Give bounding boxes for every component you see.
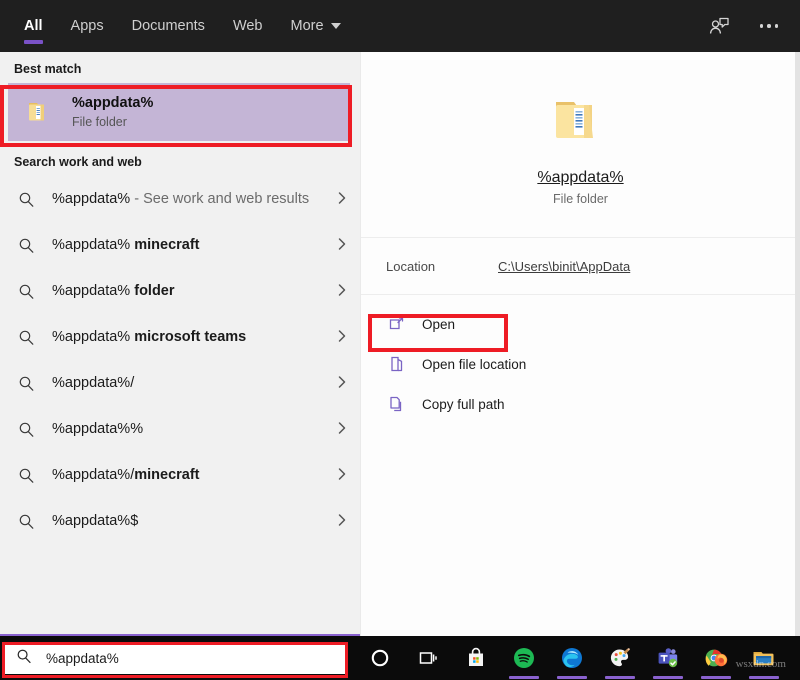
tab-apps-label: Apps (70, 18, 104, 34)
tab-more[interactable]: More (277, 0, 355, 52)
tab-more-label: More (290, 18, 324, 34)
search-suggestion-label: %appdata% folder (52, 283, 175, 299)
microsoft-store-icon[interactable] (452, 636, 500, 680)
search-body: Best match %appdata% File folder Search … (0, 52, 800, 636)
preview-header: %appdata% File folder (361, 52, 800, 237)
search-suggestion-row[interactable]: %appdata%/ (0, 360, 360, 406)
search-suggestions-list: %appdata% - See work and web results %app… (0, 176, 360, 544)
search-suggestion-label: %appdata% - See work and web results (52, 191, 310, 207)
search-icon (14, 421, 38, 438)
chevron-right-icon[interactable] (337, 283, 348, 300)
tab-documents[interactable]: Documents (118, 0, 219, 52)
chevron-right-icon[interactable] (337, 467, 348, 484)
best-match-row[interactable]: %appdata% File folder (8, 83, 350, 141)
action-copy-full-path-label: Copy full path (422, 396, 505, 412)
search-suggestion-row[interactable]: %appdata%/minecraft (0, 452, 360, 498)
search-work-web-heading: Search work and web (14, 155, 142, 169)
search-suggestion-row[interactable]: %appdata% microsoft teams (0, 314, 360, 360)
copy-icon (386, 395, 408, 413)
open-external-icon (386, 315, 408, 333)
search-icon (14, 237, 38, 254)
search-suggestion-row[interactable]: %appdata%% (0, 406, 360, 452)
microsoft-teams-icon[interactable] (644, 636, 692, 680)
filter-tabs: All Apps Documents Web More (0, 0, 355, 52)
results-panel: Best match %appdata% File folder Search … (0, 52, 360, 636)
chevron-right-icon[interactable] (337, 237, 348, 254)
action-open-label: Open (422, 316, 456, 332)
folder-icon (22, 95, 56, 129)
preview-title[interactable]: %appdata% (537, 169, 623, 187)
watermark: wsxdn.com (735, 658, 786, 670)
search-icon (14, 375, 38, 392)
preview-subtitle: File folder (553, 191, 608, 206)
chevron-down-icon (330, 23, 341, 29)
chevron-right-icon[interactable] (337, 513, 348, 530)
tab-all[interactable]: All (10, 0, 57, 52)
paint-3d-icon[interactable] (596, 636, 644, 680)
spotify-icon[interactable] (500, 636, 548, 680)
search-topbar: All Apps Documents Web More (0, 0, 800, 52)
best-match-text: %appdata% File folder (72, 94, 153, 131)
taskbar-apps (356, 636, 788, 680)
large-folder-icon (550, 90, 612, 157)
open-folder-icon (386, 355, 408, 373)
microsoft-edge-icon[interactable] (548, 636, 596, 680)
tab-web-label: Web (232, 18, 263, 34)
preview-panel: %appdata% File folder Location C:\Users\… (360, 52, 800, 636)
tab-all-label: All (24, 18, 43, 34)
taskbar-search-box[interactable]: %appdata% (4, 642, 348, 674)
chevron-right-icon[interactable] (337, 421, 348, 438)
chrome-firefox-icon[interactable] (692, 636, 740, 680)
best-match-subtitle: File folder (72, 114, 127, 129)
best-match-heading: Best match (14, 62, 82, 76)
search-suggestion-row[interactable]: %appdata% minecraft (0, 222, 360, 268)
search-icon (14, 513, 38, 530)
topbar-actions (702, 0, 800, 52)
chevron-right-icon[interactable] (337, 375, 348, 392)
tab-documents-label: Documents (131, 18, 205, 34)
windows-search-screen: All Apps Documents Web More Best match %… (0, 0, 800, 680)
action-open-file-location-label: Open file location (422, 356, 527, 372)
search-icon (14, 467, 38, 484)
search-suggestion-label: %appdata% microsoft teams (52, 329, 247, 345)
search-icon (16, 648, 32, 669)
location-row: Location C:\Users\binit\AppData (361, 237, 800, 295)
ellipsis-icon[interactable] (752, 9, 786, 43)
taskbar-search-value: %appdata% (46, 650, 119, 666)
search-icon (14, 329, 38, 346)
location-label: Location (386, 258, 436, 274)
search-suggestion-label: %appdata%% (52, 421, 144, 437)
task-view-icon[interactable] (404, 636, 452, 680)
search-suggestion-row[interactable]: %appdata% folder (0, 268, 360, 314)
tab-web[interactable]: Web (219, 0, 277, 52)
taskbar: %appdata% wsxdn.com (0, 636, 800, 680)
search-suggestion-label: %appdata%/minecraft (52, 467, 200, 483)
search-icon (14, 191, 38, 208)
action-open[interactable]: Open (361, 307, 800, 341)
scrollbar[interactable] (795, 52, 800, 636)
tab-apps[interactable]: Apps (57, 0, 118, 52)
person-feedback-icon[interactable] (702, 9, 736, 43)
chevron-right-icon[interactable] (337, 329, 348, 346)
search-suggestion-row[interactable]: %appdata%$ (0, 498, 360, 544)
chevron-right-icon[interactable] (337, 191, 348, 208)
search-icon (14, 283, 38, 300)
cortana-icon[interactable] (356, 636, 404, 680)
action-copy-full-path[interactable]: Copy full path (361, 387, 800, 421)
search-suggestion-label: %appdata% minecraft (52, 237, 200, 253)
search-suggestion-row[interactable]: %appdata% - See work and web results (0, 176, 360, 222)
location-path-link[interactable]: C:\Users\binit\AppData (498, 259, 630, 274)
search-suggestion-label: %appdata%/ (52, 375, 135, 391)
best-match-title: %appdata% (72, 94, 154, 111)
preview-actions: Open Open file location Copy full path (361, 295, 800, 421)
search-suggestion-label: %appdata%$ (52, 513, 139, 529)
action-open-file-location[interactable]: Open file location (361, 347, 800, 381)
